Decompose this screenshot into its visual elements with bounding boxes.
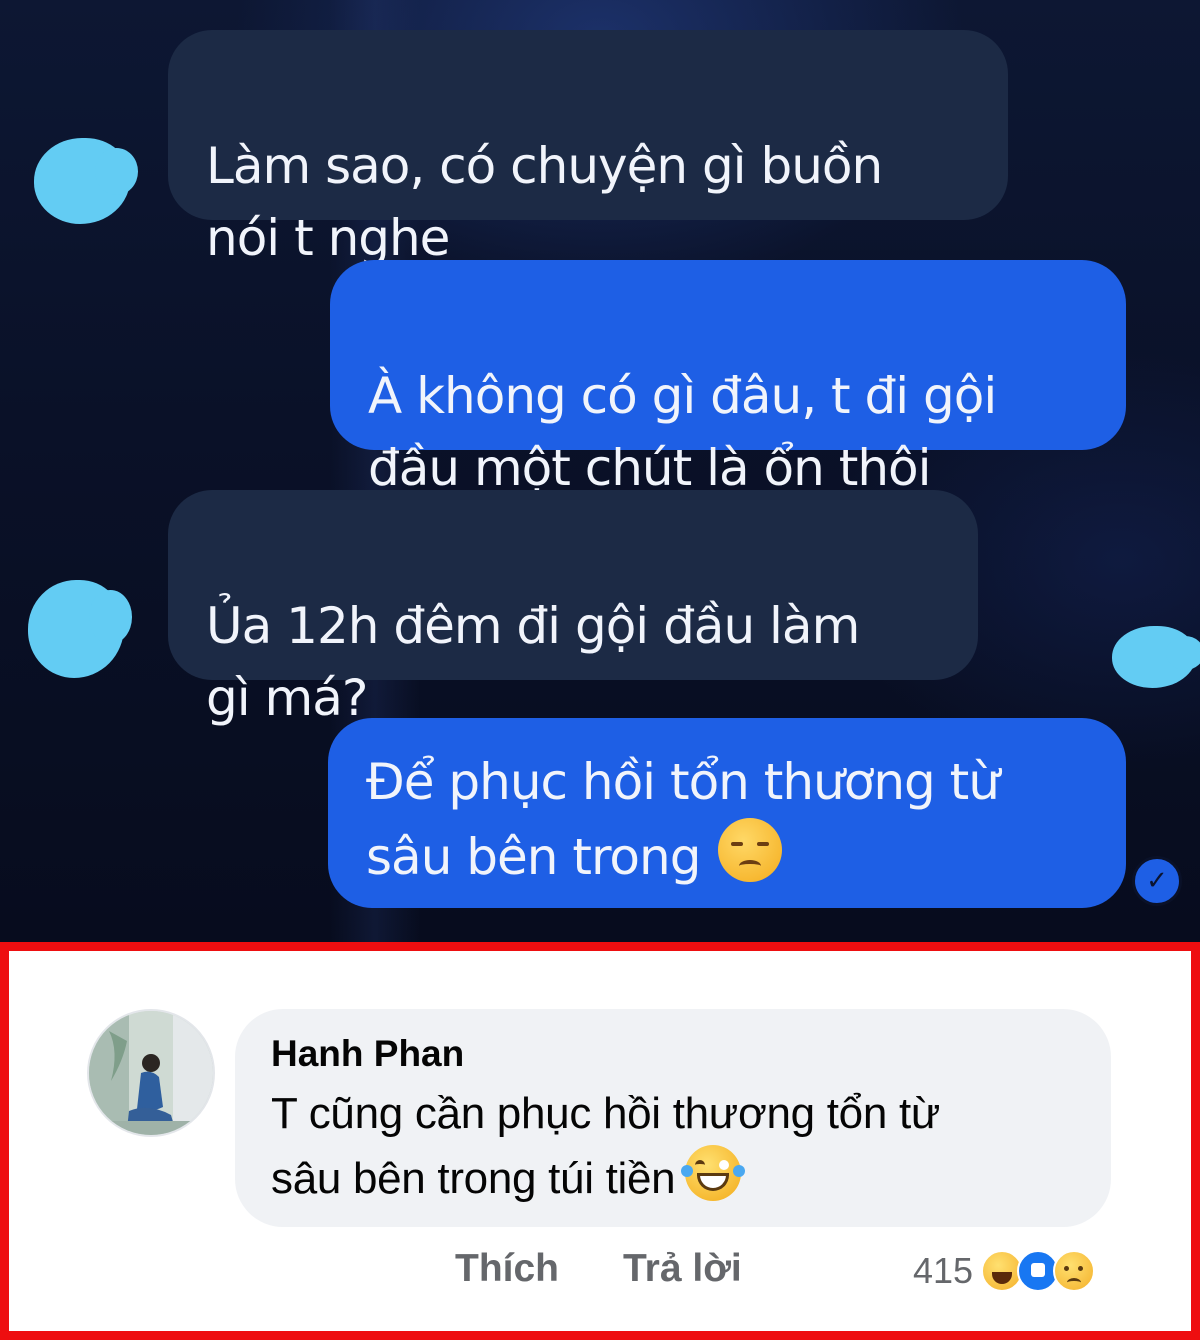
reaction-count: 415 xyxy=(913,1250,974,1291)
message-text: Để phục hồi tổn thương từ sâu bên trong xyxy=(366,753,1000,886)
chat-screenshot: Làm sao, có chuyện gì buồn nói t nghe À … xyxy=(0,0,1200,942)
tear-drop-icon xyxy=(681,1165,694,1177)
received-message-bubble: Ủa 12h đêm đi gội đầu làm gì má? xyxy=(168,490,978,727)
sad-reaction-icon xyxy=(1053,1250,1096,1292)
blurred-avatar xyxy=(28,580,132,678)
message-text: Làm sao, có chuyện gì buồn nói t nghe xyxy=(206,137,883,267)
sent-message-bubble: Để phục hồi tổn thương từ sâu bên trong xyxy=(328,718,1126,908)
message-text: À không có gì đâu, t đi gội đầu một chút… xyxy=(368,367,997,497)
comment-text: T cũng cần phục hồi thương tổn từ sâu bê… xyxy=(271,1083,1075,1210)
blurred-avatar xyxy=(34,138,138,224)
reactions-summary[interactable]: 415 xyxy=(913,1247,1096,1295)
avatar[interactable] xyxy=(87,1009,215,1137)
like-button[interactable]: Thích xyxy=(455,1247,559,1291)
tear-drop-icon xyxy=(733,1165,746,1177)
blurred-avatar xyxy=(1112,626,1200,688)
received-message-bubble: Làm sao, có chuyện gì buồn nói t nghe xyxy=(168,30,1008,267)
comment-body: T cũng cần phục hồi thương tổn từ sâu bê… xyxy=(271,1089,941,1203)
avatar-photo xyxy=(89,1011,213,1135)
reply-button[interactable]: Trả lời xyxy=(623,1247,742,1291)
check-icon: ✓ xyxy=(1132,856,1182,906)
comment-highlight-frame: Hanh Phan T cũng cần phục hồi thương tổn… xyxy=(0,942,1200,1340)
comment-bubble: Hanh Phan T cũng cần phục hồi thương tổn… xyxy=(235,1009,1111,1227)
comment-author[interactable]: Hanh Phan xyxy=(271,1031,1075,1077)
message-text: Ủa 12h đêm đi gội đầu làm gì má? xyxy=(206,597,860,727)
tears-of-joy-emoji-icon xyxy=(681,1145,746,1201)
sent-message-bubble: À không có gì đâu, t đi gội đầu một chút… xyxy=(330,260,1126,497)
disappointed-face-emoji-icon xyxy=(718,818,783,882)
